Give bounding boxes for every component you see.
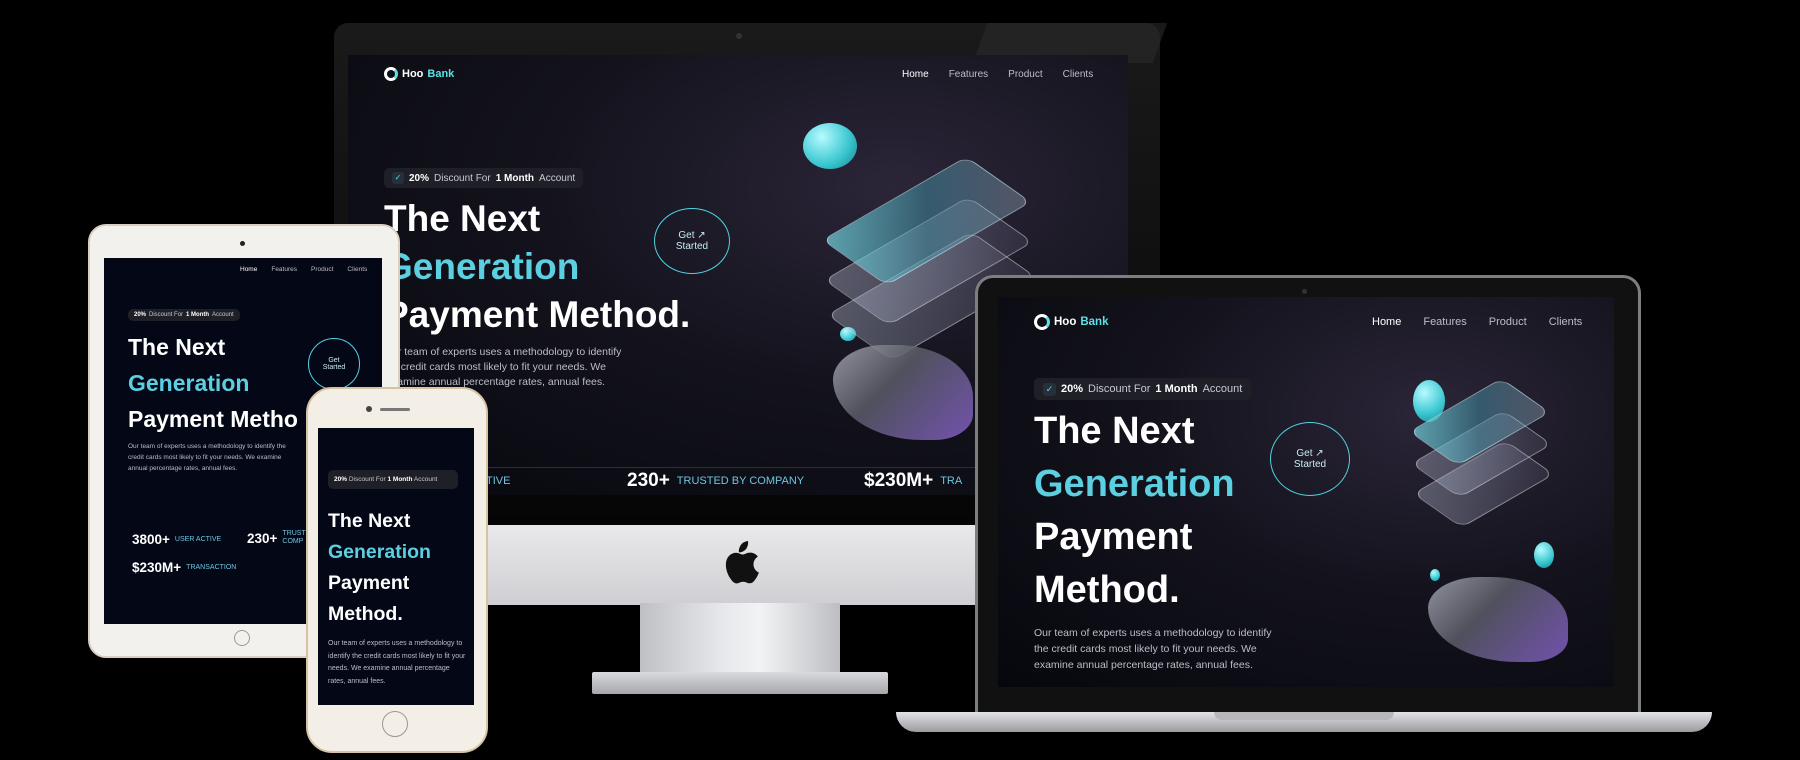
stat-transaction: $230M+ TRANSACTION: [132, 560, 237, 575]
hero-paragraph: Our team of experts uses a methodology t…: [328, 640, 466, 685]
laptop-nav: Home Features Product Clients: [1372, 316, 1582, 328]
laptop-logo[interactable]: Hoo Bank: [1034, 314, 1108, 330]
imac-nav: Home Features Product Clients: [902, 69, 1093, 80]
phone-camera: [366, 406, 372, 412]
phone-home-button[interactable]: [382, 711, 408, 737]
discount-badge: 20% Discount For 1 Month Account: [328, 470, 458, 489]
nav-product[interactable]: Product: [1489, 316, 1527, 328]
nav-features[interactable]: Features: [949, 69, 988, 80]
discount-badge: 20% Discount For 1 Month Account: [128, 309, 240, 321]
ipad-home-button[interactable]: [234, 630, 250, 646]
get-started-button[interactable]: Get ↗ Started: [654, 208, 730, 274]
hero-paragraph: Our team of experts uses a methodology t…: [128, 443, 286, 472]
laptop-screen: Hoo Bank Home Features Product Clients ✓ …: [998, 297, 1614, 687]
hero-title: The Next Generation Payment Method.: [1034, 410, 1235, 611]
laptop-camera: [1302, 289, 1307, 294]
check-icon: ✓: [1043, 382, 1056, 396]
stat-users: 3800+ USER ACTIVE: [132, 532, 222, 547]
hero-title: The Next Generation Payment Method.: [384, 198, 691, 335]
hero-paragraph: Our team of experts uses a methodology t…: [1034, 627, 1272, 671]
imac-stand-base: [592, 672, 888, 694]
robot-hand-illustration: [833, 345, 973, 440]
nav-features[interactable]: Features: [271, 266, 297, 273]
hero-title: The Next Generation Payment Method.: [328, 510, 431, 625]
sphere-decoration-2: [1534, 542, 1554, 568]
nav-home[interactable]: Home: [902, 69, 929, 80]
nav-product[interactable]: Product: [1008, 69, 1042, 80]
nav-clients[interactable]: Clients: [1063, 69, 1094, 80]
nav-product[interactable]: Product: [311, 266, 333, 273]
discount-badge: ✓ 20% Discount For 1 Month Account: [1034, 378, 1252, 400]
imac-logo[interactable]: Hoo Bank: [384, 67, 454, 81]
imac-stand-neck: [640, 603, 840, 675]
ipad-nav: Home Features Product Clients: [240, 266, 367, 273]
logo-icon: [384, 67, 398, 81]
robot-hand-illustration: [1428, 577, 1568, 662]
get-started-button[interactable]: Get Started: [308, 338, 360, 390]
imac-camera: [736, 33, 742, 39]
nav-clients[interactable]: Clients: [1549, 316, 1583, 328]
check-icon: ✓: [392, 172, 404, 184]
nav-home[interactable]: Home: [1372, 316, 1401, 328]
nav-home[interactable]: Home: [240, 266, 257, 273]
phone-speaker: [380, 408, 410, 411]
get-started-button[interactable]: Get ↗ Started: [1270, 422, 1350, 496]
stat-trusted: 230+ TRUSTED BY COMPANY: [627, 470, 805, 491]
hero-paragraph: ur team of experts uses a methodology to…: [392, 346, 622, 388]
logo-icon: [1034, 314, 1050, 330]
hero-title: The Next Generation Payment Metho: [128, 334, 298, 432]
small-sphere-decoration: [1430, 569, 1440, 581]
ipad-camera: [240, 241, 245, 246]
discount-badge: ✓ 20% Discount For 1 Month Account: [384, 168, 584, 188]
nav-features[interactable]: Features: [1423, 316, 1466, 328]
stat-trusted: 230+ TRUST COMP: [247, 530, 306, 546]
nav-clients[interactable]: Clients: [347, 266, 367, 273]
stat-transaction: $230M+ TRA: [864, 470, 963, 491]
laptop-notch: [1214, 712, 1394, 720]
apple-icon: [725, 541, 759, 584]
sphere-decoration: [803, 123, 857, 169]
phone-screen: 20% Discount For 1 Month Account The Nex…: [318, 428, 474, 705]
